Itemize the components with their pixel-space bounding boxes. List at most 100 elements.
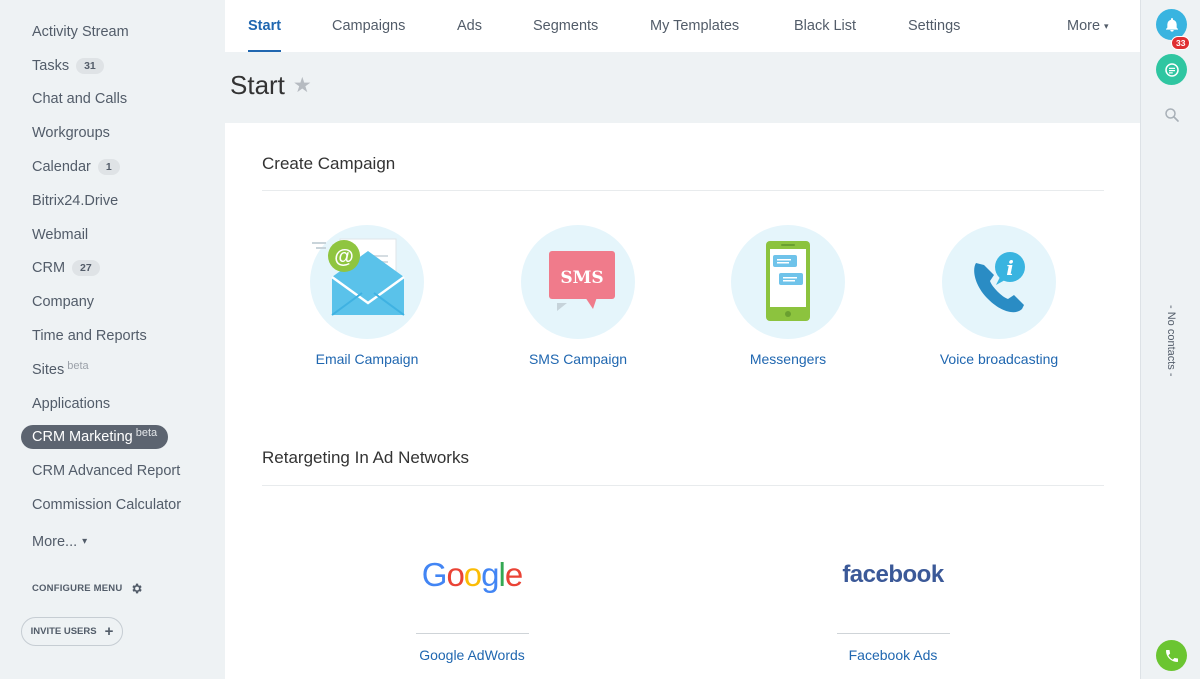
- sidebar-item-chat-and-calls[interactable]: Chat and Calls: [0, 83, 225, 117]
- phone-icon: [1165, 649, 1178, 662]
- sidebar-item-sites[interactable]: Sites beta: [0, 353, 225, 387]
- google-adwords-label[interactable]: Google AdWords: [372, 647, 572, 663]
- sms-campaign-icon: SMS: [521, 225, 635, 339]
- divider: [262, 190, 1104, 191]
- voice-broadcasting-tile[interactable]: i Voice broadcasting: [904, 225, 1094, 367]
- counter-badge: 27: [72, 260, 100, 277]
- tab-label: Segments: [533, 18, 599, 34]
- tab-black-list[interactable]: Black List: [794, 0, 856, 52]
- tab-label: Campaigns: [332, 18, 406, 34]
- create-campaign-title: Create Campaign: [262, 154, 396, 173]
- sidebar-item-applications[interactable]: Applications: [0, 387, 225, 421]
- sidebar-more[interactable]: More... ▾: [0, 525, 225, 559]
- tab-my-templates[interactable]: My Templates: [650, 0, 739, 52]
- sidebar-item-time-and-reports[interactable]: Time and Reports: [0, 319, 225, 353]
- sidebar-item-label: Workgroups: [32, 125, 110, 142]
- star-icon[interactable]: ★: [293, 73, 312, 98]
- search-icon: [1164, 107, 1179, 122]
- search-button[interactable]: [1156, 99, 1187, 130]
- tab-settings[interactable]: Settings: [908, 0, 960, 52]
- facebook-logo-text: facebook: [842, 561, 944, 588]
- tab-label: Ads: [457, 18, 482, 34]
- sidebar-item-label: Bitrix24.Drive: [32, 192, 119, 209]
- page-title: Start ★: [230, 70, 312, 101]
- sidebar-item-label: Webmail: [32, 226, 89, 243]
- sidebar-item-crm-marketing[interactable]: CRM Marketing beta: [0, 421, 225, 455]
- voice-broadcasting-icon: i: [942, 225, 1056, 339]
- active-item-pill: CRM Marketing beta: [21, 425, 169, 450]
- google-logo: Google: [372, 555, 572, 595]
- email-campaign-tile[interactable]: @ Email Campaign: [272, 225, 462, 367]
- google-adwords-tile[interactable]: Google Google AdWords: [372, 555, 572, 663]
- caret-down-icon: ▾: [1104, 20, 1109, 31]
- sidebar-item-label: Commission Calculator: [32, 497, 182, 514]
- tab-label: More: [1067, 18, 1101, 34]
- google-logo-letter: o: [463, 556, 482, 593]
- chat-button[interactable]: [1156, 54, 1187, 85]
- tab-ads[interactable]: Ads: [457, 0, 482, 52]
- sidebar-item-company[interactable]: Company: [0, 285, 225, 319]
- no-contacts-text: - No contacts -: [1165, 305, 1177, 377]
- top-navigation: Start Campaigns Ads Segments My Template…: [225, 0, 1140, 52]
- email-campaign-icon: @: [310, 225, 424, 339]
- google-logo-letter: G: [421, 556, 448, 593]
- configure-menu-label: CONFIGURE MENU: [32, 583, 123, 594]
- messengers-tile[interactable]: Messengers: [693, 225, 883, 367]
- divider: [415, 633, 529, 634]
- notifications-button[interactable]: 33: [1156, 9, 1191, 50]
- svg-text:@: @: [334, 246, 354, 268]
- divider: [836, 633, 950, 634]
- sidebar-item-label: Activity Stream: [32, 23, 129, 40]
- sidebar-item-label: Tasks: [32, 57, 70, 74]
- gear-icon: [132, 583, 143, 594]
- sidebar-item-webmail[interactable]: Webmail: [0, 218, 225, 252]
- counter-badge: 1: [97, 159, 120, 176]
- sidebar-item-commission-calculator[interactable]: Commission Calculator: [0, 488, 225, 522]
- sidebar-item-workgroups[interactable]: Workgroups: [0, 116, 225, 150]
- tab-label: Black List: [794, 18, 857, 34]
- sms-campaign-label: SMS Campaign: [528, 351, 628, 367]
- notification-count-badge: 33: [1171, 36, 1191, 50]
- sidebar-item-label: Time and Reports: [32, 328, 147, 345]
- page-title-text: Start: [230, 70, 285, 100]
- sidebar-item-label: Calendar: [32, 159, 91, 176]
- sidebar-item-label: CRM: [32, 260, 66, 277]
- configure-menu-button[interactable]: CONFIGURE MENU: [32, 582, 143, 595]
- voice-broadcasting-label: Voice broadcasting: [939, 351, 1059, 367]
- tab-label: Start: [248, 18, 282, 34]
- svg-text:SMS: SMS: [560, 268, 603, 288]
- plus-icon: +: [104, 623, 114, 640]
- sidebar-item-calendar[interactable]: Calendar 1: [0, 150, 225, 184]
- beta-tag: beta: [135, 427, 158, 440]
- sidebar-item-label: CRM Advanced Report: [32, 463, 181, 480]
- messengers-label: Messengers: [749, 351, 827, 367]
- retargeting-title: Retargeting In Ad Networks: [262, 448, 469, 467]
- sidebar-item-crm-advanced-report[interactable]: CRM Advanced Report: [0, 454, 225, 488]
- sidebar-more-label: More...: [32, 533, 78, 550]
- sms-campaign-tile[interactable]: SMS SMS Campaign: [483, 225, 673, 367]
- tab-campaigns[interactable]: Campaigns: [332, 0, 405, 52]
- main-content: Create Campaign @ Email Campaign SMS SMS…: [225, 123, 1140, 679]
- sidebar-item-drive[interactable]: Bitrix24.Drive: [0, 184, 225, 218]
- bell-icon: [1165, 17, 1178, 32]
- sidebar-menu: Activity Stream Tasks 31 Chat and Calls W…: [0, 0, 225, 559]
- beta-tag: beta: [67, 359, 89, 372]
- sidebar-item-tasks[interactable]: Tasks 31: [0, 49, 225, 83]
- sidebar-item-label: Applications: [32, 395, 111, 412]
- sidebar-item-activity-stream[interactable]: Activity Stream: [0, 15, 225, 49]
- facebook-ads-tile[interactable]: facebook Facebook Ads: [793, 555, 993, 663]
- google-logo-letter: o: [446, 556, 464, 593]
- tab-segments[interactable]: Segments: [533, 0, 598, 52]
- chat-icon: [1164, 62, 1179, 77]
- sidebar-item-label: CRM Marketing: [32, 429, 133, 446]
- facebook-logo: facebook: [793, 555, 993, 595]
- tab-start[interactable]: Start: [248, 0, 282, 52]
- tab-more[interactable]: More ▾: [1067, 0, 1109, 52]
- counter-badge: 31: [76, 57, 104, 74]
- invite-users-button[interactable]: INVITE USERS +: [21, 617, 123, 646]
- sidebar-item-crm[interactable]: CRM 27: [0, 252, 225, 286]
- caret-down-icon: ▾: [82, 536, 88, 548]
- call-button[interactable]: [1156, 640, 1187, 671]
- sidebar-item-label: Chat and Calls: [32, 91, 128, 108]
- facebook-ads-label[interactable]: Facebook Ads: [793, 647, 993, 663]
